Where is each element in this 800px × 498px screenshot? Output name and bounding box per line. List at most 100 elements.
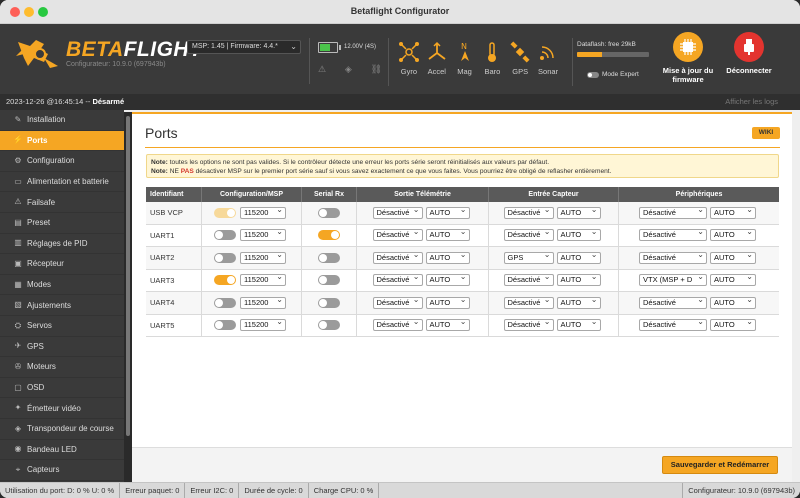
sensor-baud-select[interactable]: AUTO [556,274,601,287]
telemetry-select[interactable]: Désactivé [372,206,423,219]
sidebar-item-failsafe[interactable]: ⚠ Failsafe [0,192,124,213]
peripherals-baud-select[interactable]: AUTO [710,296,756,309]
peripherals-baud-select[interactable]: AUTO [710,206,756,219]
sidebar-item-capteurs[interactable]: ⌖ Capteurs [0,460,124,481]
sidebar-scroll-thumb[interactable] [126,116,130,436]
sensor-baud-select[interactable]: AUTO [556,251,601,264]
port-identifier: UART5 [146,314,202,336]
sensor-baud-select[interactable]: AUTO [556,229,601,242]
msp-baud-select[interactable]: 115200 [240,251,286,264]
show-logs-link[interactable]: Afficher les logs [725,97,778,106]
serial-rx-toggle[interactable] [318,207,340,218]
sidebar-item-label: Réglages de PID [27,238,88,248]
telemetry-select[interactable]: Désactivé [372,319,423,332]
sensor-input-select[interactable]: Désactivé [503,206,554,219]
sidebar-item-transpondeur-de-course[interactable]: ◈ Transpondeur de course [0,419,124,440]
peripherals-baud-select[interactable]: AUTO [710,319,756,332]
peripherals-cell: DésactivéAUTO [619,315,779,337]
msp-baud-select[interactable]: 115200 [240,319,286,332]
msp-baud-select[interactable]: 115200 [240,274,286,287]
sensor-label: Baro [484,67,501,76]
sensor-input-cell: DésactivéAUTO [489,202,619,224]
peripherals-select[interactable]: Désactivé [639,229,707,242]
msp-toggle[interactable] [214,297,236,308]
msp-toggle[interactable] [214,320,236,331]
sidebar-item-gps[interactable]: ✈ GPS [0,337,124,358]
sidebar-item-ports[interactable]: ⚡ Ports [0,130,124,152]
update-firmware-button[interactable]: Mise à jour du firmware [657,32,719,88]
sidebar-item-moteurs[interactable]: ✇ Moteurs [0,357,124,378]
telemetry-baud-select[interactable]: AUTO [425,319,470,332]
serial-rx-toggle[interactable] [318,275,340,286]
sidebar-item-r-glages-de-pid[interactable]: ▥ Réglages de PID [0,234,124,255]
sidebar-item-alimentation-et-batterie[interactable]: ▭ Alimentation et batterie [0,172,124,193]
msp-toggle[interactable] [214,275,236,286]
telemetry-baud-select[interactable]: AUTO [425,296,470,309]
serial-rx-toggle[interactable] [318,320,340,331]
sensor-label: GPS [512,67,529,76]
sidebar-item-preset[interactable]: ▤ Preset [0,213,124,234]
sidebar: ✎ Installation ⚡ Ports ⚙ Configuration ▭ Alimen… [0,110,124,482]
telemetry-baud-select[interactable]: AUTO [425,206,470,219]
battery-icon: ▭ [14,176,22,186]
sidebar-item-osd[interactable]: ▢ OSD [0,378,124,399]
peripherals-baud-select[interactable]: AUTO [710,229,756,242]
msp-toggle[interactable] [214,230,236,241]
wiki-button[interactable]: WIKI [752,127,780,139]
serial-rx-toggle[interactable] [318,252,340,263]
save-reboot-button[interactable]: Sauvegarder et Redémarrer [662,456,778,474]
sidebar-item-servos[interactable]: ⛭ Servos [0,316,124,337]
telemetry-baud-select[interactable]: AUTO [425,251,470,264]
msp-baud-select[interactable]: 115200 [240,296,286,309]
sidebar-item-r-cepteur[interactable]: ▣ Récepteur [0,254,124,275]
serial-rx-toggle[interactable] [318,297,340,308]
logo-beta: BETA [66,38,124,61]
peripherals-select[interactable]: Désactivé [639,251,707,264]
title-divider [145,147,780,148]
sidebar-item-ajustements[interactable]: ▧ Ajustements [0,295,124,316]
telemetry-select[interactable]: Désactivé [372,296,423,309]
sensor-sonar: Sonar [534,38,562,86]
telemetry-select[interactable]: Désactivé [372,251,423,264]
sensor-input-select[interactable]: Désactivé [503,296,554,309]
sidebar-scrollbar[interactable] [124,112,132,482]
peripherals-select[interactable]: VTX (MSP + D [639,274,707,287]
sensor-baud-select[interactable]: AUTO [556,206,601,219]
msp-toggle[interactable] [214,207,236,218]
sensor-baud-select[interactable]: AUTO [556,319,601,332]
telemetry-baud-select[interactable]: AUTO [425,229,470,242]
sensor-label: Sonar [538,67,559,76]
sidebar-item-label: GPS [27,341,44,351]
peripherals-select[interactable]: Désactivé [639,319,707,332]
telemetry-select[interactable]: Désactivé [372,274,423,287]
sonar-icon [540,46,554,60]
dataflash-fill [577,52,603,57]
sidebar-item--metteur-vid-o[interactable]: ✦ Émetteur vidéo [0,398,124,419]
sidebar-item-modes[interactable]: ▦ Modes [0,275,124,296]
sidebar-item-configuration[interactable]: ⚙ Configuration [0,151,124,172]
sensor-input-select[interactable]: Désactivé [503,274,554,287]
disconnect-button[interactable]: Déconnecter [718,32,780,88]
serial-rx-toggle[interactable] [318,230,340,241]
telemetry-select[interactable]: Désactivé [372,229,423,242]
sensor-input-select[interactable]: Désactivé [503,319,554,332]
peripherals-baud-select[interactable]: AUTO [710,251,756,264]
msp-toggle[interactable] [214,252,236,263]
peripherals-baud-select[interactable]: AUTO [710,274,756,287]
peripherals-select[interactable]: Désactivé [639,206,707,219]
sidebar-item-installation[interactable]: ✎ Installation [0,110,124,131]
msp-baud-select[interactable]: 115200 [240,206,286,219]
sidebar-item-label: Preset [27,218,51,228]
sidebar-item-bandeau-led[interactable]: ◉ Bandeau LED [0,440,124,461]
msp-baud-select[interactable]: 115200 [240,229,286,242]
firmware-select[interactable]: MSP: 1.45 | Firmware: 4.4.* ⌄ [187,40,301,54]
expert-mode-toggle[interactable] [587,71,599,78]
sensor-accel: Accel [423,38,451,86]
sensor-baud-select[interactable]: AUTO [556,296,601,309]
sensor-input-select[interactable]: Désactivé [503,229,554,242]
expert-mode[interactable]: Mode Expert [587,71,639,78]
sensors-icon: ⌖ [15,464,21,474]
sensor-input-select[interactable]: GPS [503,251,554,264]
telemetry-baud-select[interactable]: AUTO [425,274,470,287]
peripherals-select[interactable]: Désactivé [639,296,707,309]
